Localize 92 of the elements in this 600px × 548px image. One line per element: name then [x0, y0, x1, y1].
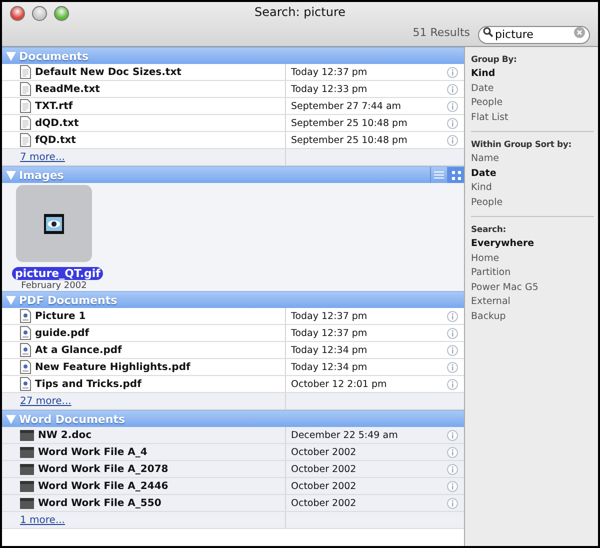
info-icon[interactable]: [447, 66, 458, 78]
group-title: Images: [19, 168, 64, 182]
file-date: Today 12:37 pm: [291, 66, 368, 78]
sidebar-option[interactable]: Partition: [471, 266, 594, 280]
info-icon[interactable]: [447, 480, 458, 492]
sidebar-option[interactable]: People: [471, 196, 594, 210]
more-link[interactable]: 1 more...: [20, 514, 65, 526]
file-date: Today 12:34 pm: [291, 344, 368, 356]
info-icon[interactable]: [447, 344, 458, 356]
info-icon[interactable]: [447, 464, 458, 474]
thumbnail[interactable]: [16, 185, 92, 262]
file-date: December 22 5:49 am: [291, 430, 398, 440]
info-icon[interactable]: [447, 446, 458, 458]
document-icon: [20, 464, 34, 474]
sidebar-option[interactable]: Date: [471, 166, 594, 181]
image-file-name[interactable]: picture_QT.gif: [12, 267, 104, 280]
file-date: October 2002: [291, 464, 356, 474]
info-icon[interactable]: [447, 118, 458, 128]
disclosure-triangle-icon[interactable]: [6, 414, 16, 424]
document-icon: [20, 498, 34, 508]
close-button[interactable]: [10, 6, 25, 21]
info-icon[interactable]: [447, 100, 458, 112]
file-name[interactable]: Word Work File A_4: [38, 446, 148, 458]
file-date: Today 12:33 pm: [291, 84, 368, 94]
document-icon: [20, 430, 34, 440]
section-heading: Group By:: [471, 54, 518, 67]
sidebar-option[interactable]: Flat List: [471, 110, 594, 125]
sidebar-option[interactable]: Name: [471, 152, 594, 166]
more-link[interactable]: 27 more...: [20, 396, 72, 406]
file-name[interactable]: Word Work File A_550: [38, 498, 162, 508]
sidebar-option[interactable]: People: [471, 96, 594, 110]
sidebar-option[interactable]: Kind: [471, 67, 594, 82]
section-heading: Search:: [471, 224, 507, 237]
file-name[interactable]: At a Glance.pdf: [35, 344, 122, 356]
file-date: Today 12:34 pm: [291, 362, 368, 372]
file-name[interactable]: dQD.txt: [35, 118, 79, 128]
info-icon[interactable]: [447, 378, 458, 390]
section-heading: Within Group Sort by:: [471, 139, 572, 152]
group-title: Word Documents: [19, 412, 126, 426]
info-icon[interactable]: [447, 328, 458, 338]
group-title: Documents: [19, 50, 89, 62]
file-date: October 12 2:01 pm: [291, 378, 387, 390]
file-name[interactable]: New Feature Highlights.pdf: [35, 362, 190, 372]
file-date: Today 12:37 pm: [291, 328, 368, 338]
info-icon[interactable]: [447, 134, 458, 146]
file-name[interactable]: guide.pdf: [35, 328, 90, 338]
file-name[interactable]: fQD.txt: [35, 134, 76, 146]
document-icon: [20, 446, 34, 458]
icon-view-button[interactable]: [447, 167, 464, 183]
sidebar-option[interactable]: Home: [471, 252, 594, 266]
file-name[interactable]: Word Work File A_2078: [38, 464, 168, 474]
file-name[interactable]: Default New Doc Sizes.txt: [35, 66, 182, 78]
info-icon[interactable]: [447, 310, 458, 322]
disclosure-triangle-icon[interactable]: [6, 52, 16, 60]
file-name[interactable]: NW 2.doc: [38, 430, 92, 440]
file-date: September 27 7:44 am: [291, 100, 402, 112]
window-title: Search: picture: [254, 4, 346, 19]
info-icon[interactable]: [447, 362, 458, 372]
document-icon: [20, 480, 34, 492]
group-title: PDF Documents: [19, 294, 118, 306]
file-name[interactable]: Picture 1: [35, 310, 86, 322]
sidebar-option[interactable]: External: [471, 295, 594, 310]
disclosure-triangle-icon[interactable]: [6, 170, 16, 180]
zoom-button[interactable]: [54, 6, 69, 21]
file-date: Today 12:37 pm: [291, 310, 368, 322]
file-date: September 25 10:48 pm: [291, 134, 408, 146]
more-link[interactable]: 7 more...: [20, 152, 65, 162]
disclosure-triangle-icon[interactable]: [6, 296, 16, 304]
image-file-date: February 2002: [20, 281, 88, 291]
file-date: October 2002: [291, 446, 356, 458]
file-date: October 2002: [291, 498, 356, 508]
file-date: October 2002: [291, 480, 356, 492]
list-icon: [434, 171, 444, 179]
results-count: 51 Results: [412, 26, 470, 38]
eye-image-icon: [44, 214, 64, 234]
sidebar-option[interactable]: Kind: [471, 181, 594, 196]
sidebar-option[interactable]: Backup: [471, 310, 594, 324]
info-icon[interactable]: [447, 430, 458, 440]
file-date: September 25 10:48 pm: [291, 118, 408, 128]
sidebar-option[interactable]: Power Mac G5: [471, 280, 594, 295]
sidebar-option[interactable]: Everywhere: [471, 237, 594, 252]
grid-icon: [452, 170, 460, 180]
file-name[interactable]: Word Work File A_2446: [38, 480, 168, 492]
file-name[interactable]: TXT.rtf: [35, 100, 73, 112]
clear-icon[interactable]: [574, 27, 585, 38]
minimize-button[interactable]: [32, 6, 47, 21]
sidebar-option[interactable]: Date: [471, 82, 594, 96]
file-name[interactable]: Tips and Tricks.pdf: [35, 378, 142, 390]
file-name[interactable]: ReadMe.txt: [35, 84, 100, 94]
info-icon[interactable]: [447, 84, 458, 94]
info-icon[interactable]: [447, 498, 458, 508]
search-field[interactable]: picture: [478, 26, 590, 44]
